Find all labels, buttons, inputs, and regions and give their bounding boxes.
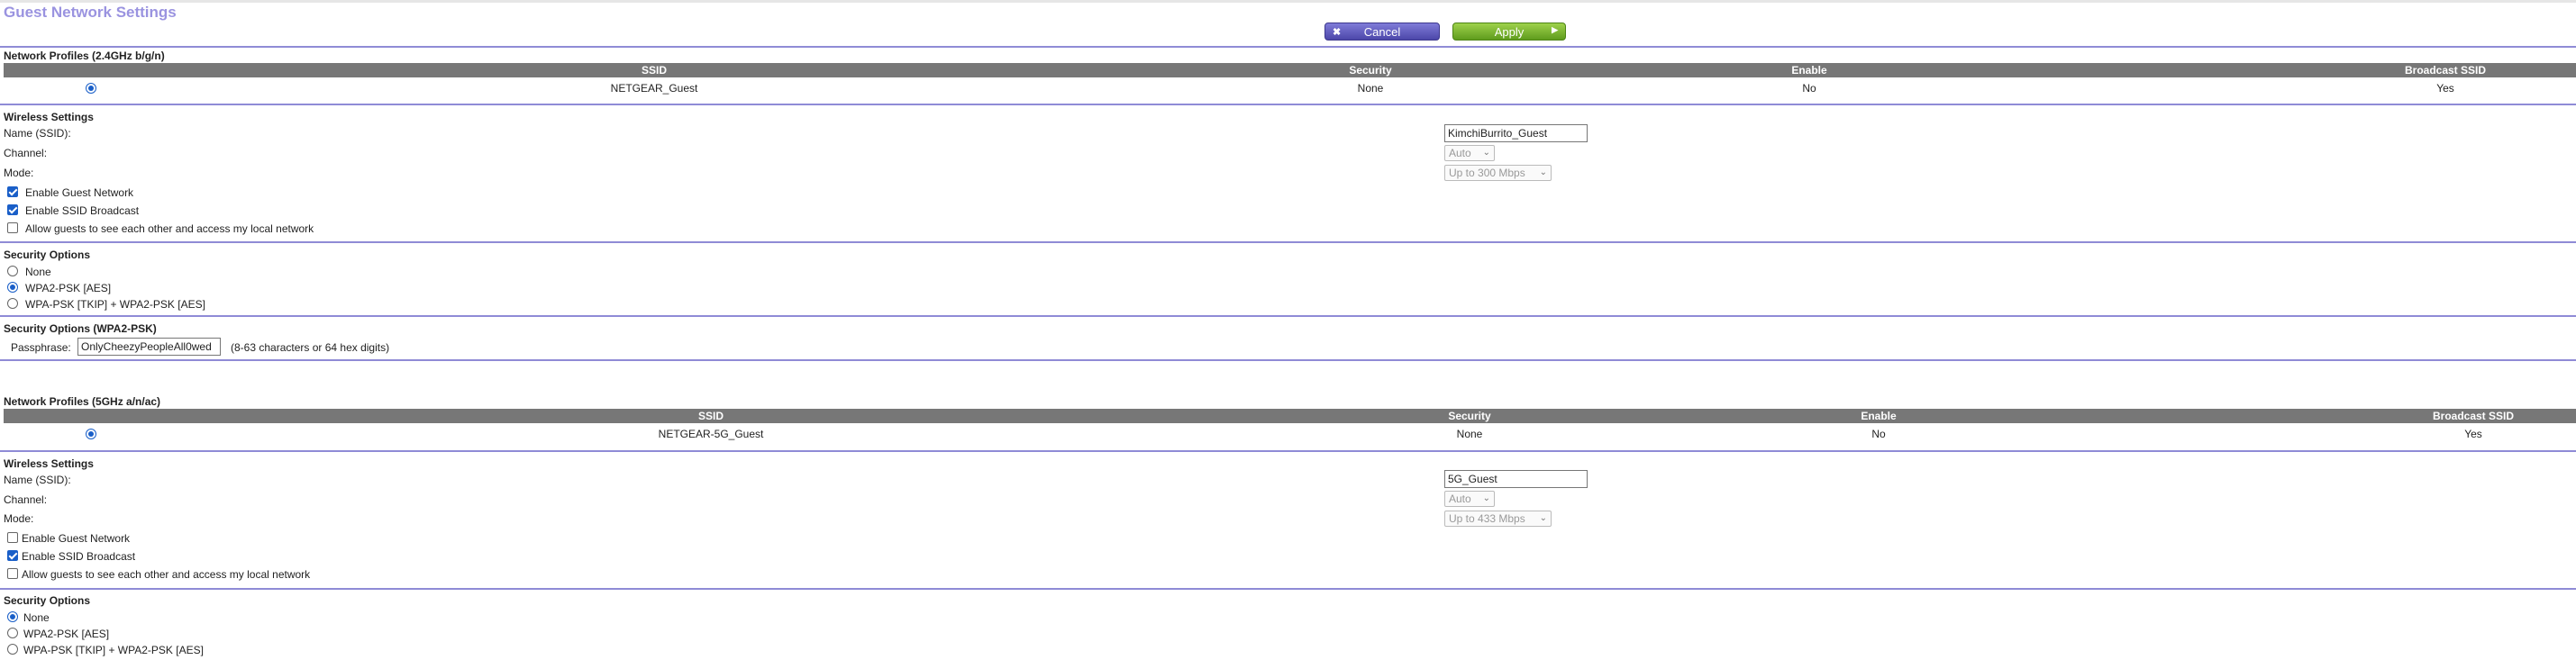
profile-select-radio[interactable] [86, 83, 96, 94]
arrow-right-icon: ▶ [1552, 25, 1558, 34]
chevron-down-icon: ⌄ [1539, 513, 1547, 523]
row-ssid: NETGEAR_Guest [610, 82, 698, 95]
security-mixed-label: WPA-PSK [TKIP] + WPA2-PSK [AES] [25, 298, 205, 311]
apply-button[interactable]: Apply ▶ [1452, 23, 1566, 41]
profiles-5-header: SSID Security Enable Broadcast SSID [4, 409, 2576, 423]
security-none-radio[interactable] [7, 611, 18, 622]
chevron-down-icon: ⌄ [1482, 493, 1490, 503]
security-mixed-radio[interactable] [7, 298, 18, 309]
profiles-5-title: Network Profiles (5GHz a/n/ac) [4, 395, 161, 408]
security-wpa2-label: WPA2-PSK [AES] [23, 628, 110, 640]
ssid-name-label: Name (SSID): [4, 474, 71, 486]
col-enable: Enable [1791, 64, 1827, 77]
allow-guests-label: Allow guests to see each other and acces… [25, 222, 314, 235]
passphrase-label: Passphrase: [11, 341, 71, 354]
guest-network-page: Guest Network Settings ✖ Cancel Apply ▶ … [0, 0, 2576, 660]
passphrase-hint: (8-63 characters or 64 hex digits) [231, 341, 390, 354]
row-security: None [1456, 428, 1483, 440]
divider [0, 46, 2576, 48]
cancel-button[interactable]: ✖ Cancel [1324, 23, 1440, 41]
wireless-24-title: Wireless Settings [4, 111, 94, 123]
table-row[interactable]: NETGEAR-5G_Guest None No Yes [4, 425, 2576, 441]
page-title: Guest Network Settings [4, 4, 177, 21]
wireless-5-title: Wireless Settings [4, 457, 94, 470]
mode-label: Mode: [4, 512, 34, 525]
enable-guest-checkbox[interactable] [7, 186, 18, 197]
cancel-label: Cancel [1363, 24, 1401, 39]
row-enable: No [1871, 428, 1886, 440]
chevron-down-icon: ⌄ [1539, 167, 1547, 177]
passphrase-input[interactable]: OnlyCheezyPeopleAll0wed [77, 338, 221, 356]
ssid-name-input[interactable]: KimchiBurrito_Guest [1444, 124, 1588, 142]
mode-value: Up to 300 Mbps [1449, 167, 1525, 179]
security-wpa2-radio[interactable] [7, 282, 18, 293]
security-wpa2-label: WPA2-PSK [AES] [25, 282, 112, 294]
channel-label: Channel: [4, 147, 48, 159]
col-ssid: SSID [697, 410, 724, 422]
divider [0, 241, 2576, 243]
col-broadcast: Broadcast SSID [2432, 410, 2515, 422]
col-security: Security [1448, 410, 1491, 422]
divider [0, 359, 2576, 361]
mode-value: Up to 433 Mbps [1449, 512, 1525, 525]
enable-ssid-broadcast-checkbox[interactable] [7, 550, 18, 561]
divider [0, 450, 2576, 452]
enable-ssid-broadcast-checkbox[interactable] [7, 204, 18, 215]
row-security: None [1357, 82, 1384, 95]
ssid-name-input[interactable]: 5G_Guest [1444, 470, 1588, 488]
row-broadcast: Yes [2436, 82, 2454, 95]
wpa2psk-title: Security Options (WPA2-PSK) [4, 322, 157, 335]
top-border [0, 0, 2576, 3]
security-mixed-label: WPA-PSK [TKIP] + WPA2-PSK [AES] [23, 644, 204, 656]
table-row[interactable]: NETGEAR_Guest None No Yes [4, 79, 2576, 95]
channel-select[interactable]: Auto ⌄ [1444, 145, 1495, 161]
ssid-name-label: Name (SSID): [4, 127, 71, 140]
security-none-label: None [25, 266, 51, 278]
col-security: Security [1349, 64, 1392, 77]
security-none-radio[interactable] [7, 266, 18, 276]
close-icon: ✖ [1333, 27, 1342, 38]
mode-select[interactable]: Up to 300 Mbps ⌄ [1444, 165, 1552, 181]
channel-value: Auto [1449, 493, 1471, 505]
divider [0, 104, 2576, 105]
security-none-label: None [23, 611, 50, 624]
col-enable: Enable [1861, 410, 1897, 422]
profiles-24-title: Network Profiles (2.4GHz b/g/n) [4, 50, 165, 62]
channel-value: Auto [1449, 147, 1471, 159]
security-24-title: Security Options [4, 249, 91, 261]
row-ssid: NETGEAR-5G_Guest [658, 428, 764, 440]
col-broadcast: Broadcast SSID [2404, 64, 2487, 77]
security-wpa2-radio[interactable] [7, 628, 18, 638]
security-mixed-radio[interactable] [7, 644, 18, 655]
security-5-title: Security Options [4, 594, 91, 607]
allow-guests-checkbox[interactable] [7, 222, 18, 233]
enable-guest-label: Enable Guest Network [22, 532, 131, 545]
row-enable: No [1802, 82, 1816, 95]
enable-guest-checkbox[interactable] [7, 532, 18, 543]
allow-guests-label: Allow guests to see each other and acces… [22, 568, 311, 581]
enable-ssid-broadcast-label: Enable SSID Broadcast [22, 550, 136, 563]
channel-select[interactable]: Auto ⌄ [1444, 491, 1495, 507]
apply-label: Apply [1494, 24, 1525, 39]
mode-label: Mode: [4, 167, 34, 179]
mode-select[interactable]: Up to 433 Mbps ⌄ [1444, 511, 1552, 527]
col-ssid: SSID [641, 64, 668, 77]
profile-select-radio[interactable] [86, 429, 96, 439]
divider [0, 588, 2576, 590]
enable-ssid-broadcast-label: Enable SSID Broadcast [25, 204, 140, 217]
row-broadcast: Yes [2464, 428, 2482, 440]
chevron-down-icon: ⌄ [1482, 148, 1490, 158]
enable-guest-label: Enable Guest Network [25, 186, 134, 199]
profiles-24-header: SSID Security Enable Broadcast SSID [4, 63, 2576, 77]
allow-guests-checkbox[interactable] [7, 568, 18, 579]
channel-label: Channel: [4, 493, 48, 506]
divider [0, 315, 2576, 317]
